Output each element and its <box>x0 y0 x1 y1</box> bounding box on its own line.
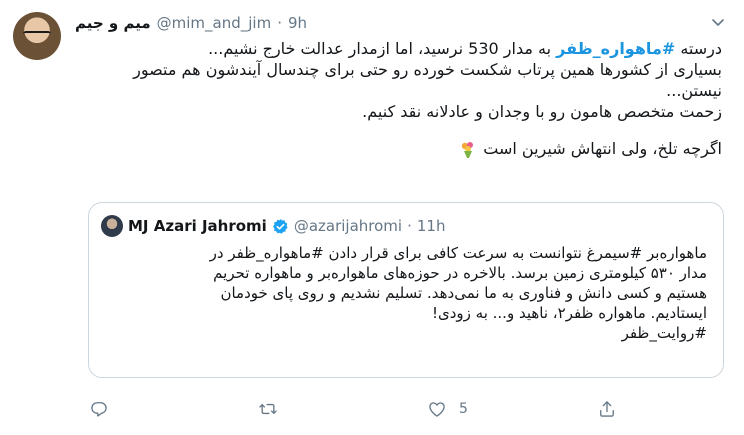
share-button[interactable] <box>597 394 617 424</box>
like-count: 5 <box>459 401 468 417</box>
text-run: اگرچه تلخ، ولی انتهاش شیرین است <box>483 139 722 158</box>
like-button[interactable]: 5 <box>427 394 468 424</box>
quoted-hashtag: #روایت_ظفر <box>621 324 707 342</box>
tweet-card[interactable]: میم و جیم @mim_and_jim · 9h درسته #ماهوا… <box>0 0 744 435</box>
text-run: به مدار 530 نرسید، اما ازمدار عدالت خارج… <box>208 39 557 58</box>
quoted-line-1: ماهواره‌بر #سیمرغ نتوانست به سرعت کافی ب… <box>209 244 707 262</box>
quoted-line-3: هستیم و کسی دانش و فناوری به ما نمی‌دهد.… <box>220 284 707 302</box>
tweet-line-3: زحمت متخصص هامون رو با وجدان و عادلانه ن… <box>362 102 722 121</box>
chevron-down-icon[interactable] <box>710 14 726 30</box>
retweet-button[interactable] <box>258 394 278 424</box>
tweet-header: میم و جیم @mim_and_jim · 9h <box>75 12 307 34</box>
user-handle[interactable]: @mim_and_jim <box>157 14 272 32</box>
text-run: درسته <box>675 39 722 58</box>
reply-button[interactable] <box>89 394 109 424</box>
quoted-display-name: MJ Azari Jahromi <box>128 217 267 235</box>
separator-dot: · <box>277 14 282 32</box>
tweet-line-2: بسیاری از کشورها همین پرتاب شکست خورده ر… <box>133 60 722 100</box>
quoted-user-handle: @azarijahromi <box>293 217 403 235</box>
timestamp[interactable]: 9h <box>288 14 307 32</box>
tweet-line-4: اگرچه تلخ، ولی انتهاش شیرین است <box>74 138 722 159</box>
action-bar: 5 <box>0 394 744 424</box>
quoted-tweet-header: MJ Azari Jahromi @azarijahromi · 11h <box>101 215 445 237</box>
share-icon <box>600 401 614 417</box>
bouquet-icon <box>461 141 474 158</box>
display-name[interactable]: میم و جیم <box>75 14 151 32</box>
quoted-line-2: مدار ۵۳۰ کیلومتری زمین برسد. بالاخره در … <box>213 264 707 282</box>
tweet-text: درسته #ماهواره_ظفر به مدار 530 نرسید، ام… <box>74 38 722 159</box>
avatar[interactable] <box>13 12 61 60</box>
quoted-line-4: ایستادیم. ماهواره ظفر۲، ناهید و... به زو… <box>431 304 707 322</box>
retweet-icon <box>259 403 277 415</box>
verified-badge-icon <box>272 218 288 234</box>
quoted-avatar <box>101 215 123 237</box>
quoted-tweet[interactable]: MJ Azari Jahromi @azarijahromi · 11h ماه… <box>88 202 724 378</box>
tweet-line-1: درسته #ماهواره_ظفر به مدار 530 نرسید، ام… <box>74 38 722 59</box>
separator-dot: · <box>407 217 412 235</box>
like-icon <box>429 402 445 417</box>
reply-icon <box>91 402 107 417</box>
quoted-timestamp: 11h <box>416 217 446 235</box>
quoted-tweet-text: ماهواره‌بر #سیمرغ نتوانست به سرعت کافی ب… <box>103 243 707 343</box>
hashtag-link[interactable]: #ماهواره_ظفر <box>556 39 675 58</box>
